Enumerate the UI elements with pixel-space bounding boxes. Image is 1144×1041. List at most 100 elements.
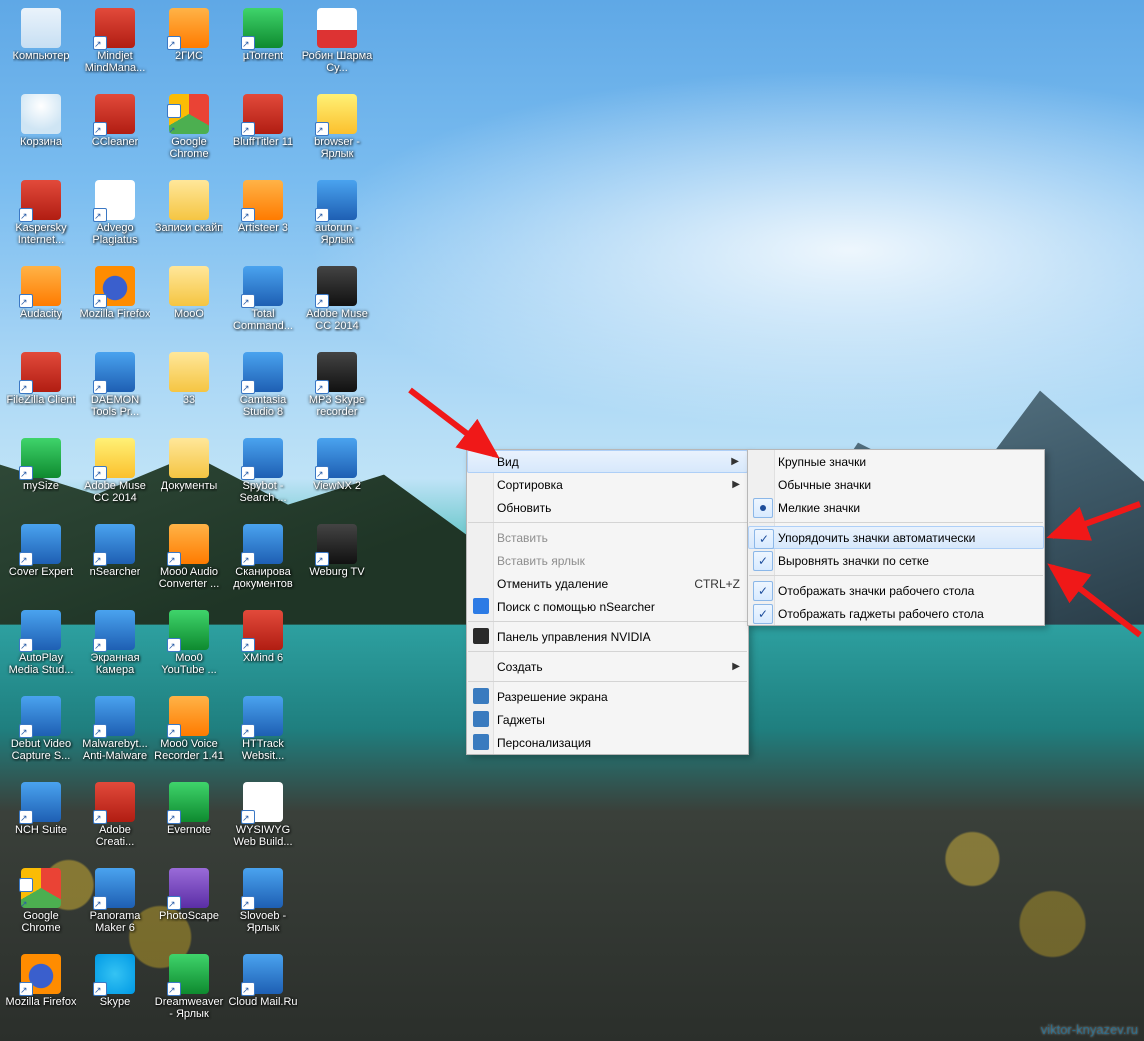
desktop-icon[interactable]: Mindjet MindMana... — [78, 4, 152, 88]
menu-item[interactable]: ✓Выровнять значки по сетке — [748, 549, 1044, 572]
desktop-icon[interactable]: Робин Шарма Су... — [300, 4, 374, 88]
desktop-icon[interactable]: Skype — [78, 950, 152, 1034]
desktop-icon[interactable]: Spybot - Search ... — [226, 434, 300, 518]
menu-item[interactable]: ✓Отображать значки рабочего стола — [748, 579, 1044, 602]
desktop-icon[interactable]: CCleaner — [78, 90, 152, 174]
desktop-icon[interactable]: PhotoScape — [152, 864, 226, 948]
desktop-icon[interactable]: nSearcher — [78, 520, 152, 604]
desktop-icon[interactable]: Cover Expert — [4, 520, 78, 604]
menu-separator — [468, 621, 747, 622]
context-submenu-view[interactable]: Крупные значки Обычные значки Мелкие значк… — [747, 449, 1045, 626]
menu-item-label: Поиск с помощью nSearcher — [497, 600, 655, 614]
desktop-icon[interactable]: Weburg TV — [300, 520, 374, 604]
desktop-icon[interactable]: Cloud Mail.Ru — [226, 950, 300, 1034]
desktop-icon[interactable]: 2ГИС — [152, 4, 226, 88]
menu-item[interactable]: Создать▶ — [467, 655, 748, 678]
desktop-icon[interactable]: 33 — [152, 348, 226, 432]
desktop-icon[interactable]: Kaspersky Internet... — [4, 176, 78, 260]
desktop-icon-label: Weburg TV — [309, 566, 364, 578]
menu-item[interactable]: Обычные значки — [748, 473, 1044, 496]
menu-item[interactable]: Вид▶ — [467, 450, 748, 473]
desktop-icon[interactable]: mySize — [4, 434, 78, 518]
desktop-icon[interactable]: Adobe Creati... — [78, 778, 152, 862]
menu-item[interactable]: Персонализация — [467, 731, 748, 754]
menu-separator — [468, 651, 747, 652]
desktop[interactable]: КомпьютерMindjet MindMana... 2ГИС µTorrent… — [0, 0, 1144, 1041]
menu-item-label: Гаджеты — [497, 713, 545, 727]
desktop-icon[interactable]: Google Chrome — [4, 864, 78, 948]
desktop-icon[interactable]: Компьютер — [4, 4, 78, 88]
desktop-icon[interactable]: WYSIWYG Web Build... — [226, 778, 300, 862]
desktop-icon[interactable]: Mozilla Firefox — [4, 950, 78, 1034]
menu-item-label: Вставить — [497, 531, 548, 545]
submenu-arrow-icon: ▶ — [708, 661, 740, 672]
desktop-icon[interactable]: Mozilla Firefox — [78, 262, 152, 346]
app-icon — [21, 266, 61, 306]
menu-item[interactable]: ✓Отображать гаджеты рабочего стола — [748, 602, 1044, 625]
desktop-icon[interactable]: FileZilla Client — [4, 348, 78, 432]
desktop-icon[interactable]: Adobe Muse CC 2014 — [78, 434, 152, 518]
desktop-icon[interactable]: Camtasia Studio 8 — [226, 348, 300, 432]
menu-item[interactable]: Поиск с помощью nSearcher — [467, 595, 748, 618]
desktop-icon[interactable]: Advego Plagiatus — [78, 176, 152, 260]
radio-icon — [753, 498, 773, 518]
app-icon — [243, 524, 283, 564]
desktop-icon[interactable]: Dreamweaver - Ярлык — [152, 950, 226, 1034]
desktop-icon[interactable]: Документы — [152, 434, 226, 518]
desktop-icon[interactable]: NCH Suite — [4, 778, 78, 862]
desktop-icon[interactable]: Malwarebyt... Anti-Malware — [78, 692, 152, 776]
desktop-icon[interactable]: MP3 Skype recorder — [300, 348, 374, 432]
desktop-icon[interactable]: Debut Video Capture S... — [4, 692, 78, 776]
menu-item[interactable]: Мелкие значки — [748, 496, 1044, 519]
desktop-icon[interactable]: Moo0 Voice Recorder 1.41 — [152, 692, 226, 776]
desktop-icon-label: Kaspersky Internet... — [5, 222, 77, 246]
desktop-icon[interactable]: Google Chrome — [152, 90, 226, 174]
desktop-icon[interactable]: Slovoeb - Ярлык — [226, 864, 300, 948]
desktop-icon-label: 2ГИС — [175, 50, 203, 62]
menu-item-label: Обычные значки — [778, 478, 871, 492]
gadget-icon — [473, 711, 489, 727]
menu-item[interactable]: Панель управления NVIDIA — [467, 625, 748, 648]
desktop-icon-label: Cloud Mail.Ru — [228, 996, 297, 1008]
desktop-icon[interactable]: XMind 6 — [226, 606, 300, 690]
desktop-icon[interactable]: µTorrent — [226, 4, 300, 88]
desktop-icon[interactable]: Moo0 YouTube ... — [152, 606, 226, 690]
app-icon — [21, 438, 61, 478]
menu-item[interactable]: Сортировка▶ — [467, 473, 748, 496]
desktop-icon-label: Evernote — [167, 824, 211, 836]
menu-item-label: Разрешение экрана — [497, 690, 608, 704]
desktop-icon[interactable]: MooO — [152, 262, 226, 346]
desktop-icon[interactable]: HTTrack Websit... — [226, 692, 300, 776]
desktop-icon-label: DAEMON Tools Pr... — [79, 394, 151, 418]
desktop-icon[interactable]: Записи скайп — [152, 176, 226, 260]
desktop-icon-label: AutoPlay Media Stud... — [5, 652, 77, 676]
desktop-icon[interactable]: DAEMON Tools Pr... — [78, 348, 152, 432]
app-icon — [317, 94, 357, 134]
menu-item[interactable]: Разрешение экрана — [467, 685, 748, 708]
desktop-icon[interactable]: Moo0 Audio Converter ... — [152, 520, 226, 604]
desktop-icon[interactable]: BluffTitler 11 — [226, 90, 300, 174]
desktop-icon[interactable]: ViewNX 2 — [300, 434, 374, 518]
desktop-icon[interactable]: Artisteer 3 — [226, 176, 300, 260]
desktop-icon[interactable]: Audacity — [4, 262, 78, 346]
desktop-icon[interactable]: autorun - Ярлык — [300, 176, 374, 260]
app-icon — [243, 352, 283, 392]
desktop-icon[interactable]: Adobe Muse CC 2014 — [300, 262, 374, 346]
menu-item[interactable]: ✓Упорядочить значки автоматически — [748, 526, 1044, 549]
desktop-icon[interactable]: Корзина — [4, 90, 78, 174]
desktop-icon[interactable]: Panorama Maker 6 — [78, 864, 152, 948]
desktop-icon[interactable]: AutoPlay Media Stud... — [4, 606, 78, 690]
menu-item-label: Сортировка — [497, 478, 563, 492]
desktop-icon[interactable]: Сканирова документов — [226, 520, 300, 604]
desktop-icon-label: Сканирова документов — [227, 566, 299, 590]
app-icon — [169, 352, 209, 392]
context-menu-desktop[interactable]: Вид▶Сортировка▶ОбновитьВставитьВставить … — [466, 449, 749, 755]
menu-item[interactable]: Обновить — [467, 496, 748, 519]
desktop-icon[interactable]: Экранная Камера — [78, 606, 152, 690]
desktop-icon[interactable]: browser - Ярлык — [300, 90, 374, 174]
menu-item[interactable]: Крупные значки — [748, 450, 1044, 473]
menu-item[interactable]: Отменить удалениеCTRL+Z — [467, 572, 748, 595]
menu-item[interactable]: Гаджеты — [467, 708, 748, 731]
desktop-icon[interactable]: Total Command... — [226, 262, 300, 346]
desktop-icon[interactable]: Evernote — [152, 778, 226, 862]
